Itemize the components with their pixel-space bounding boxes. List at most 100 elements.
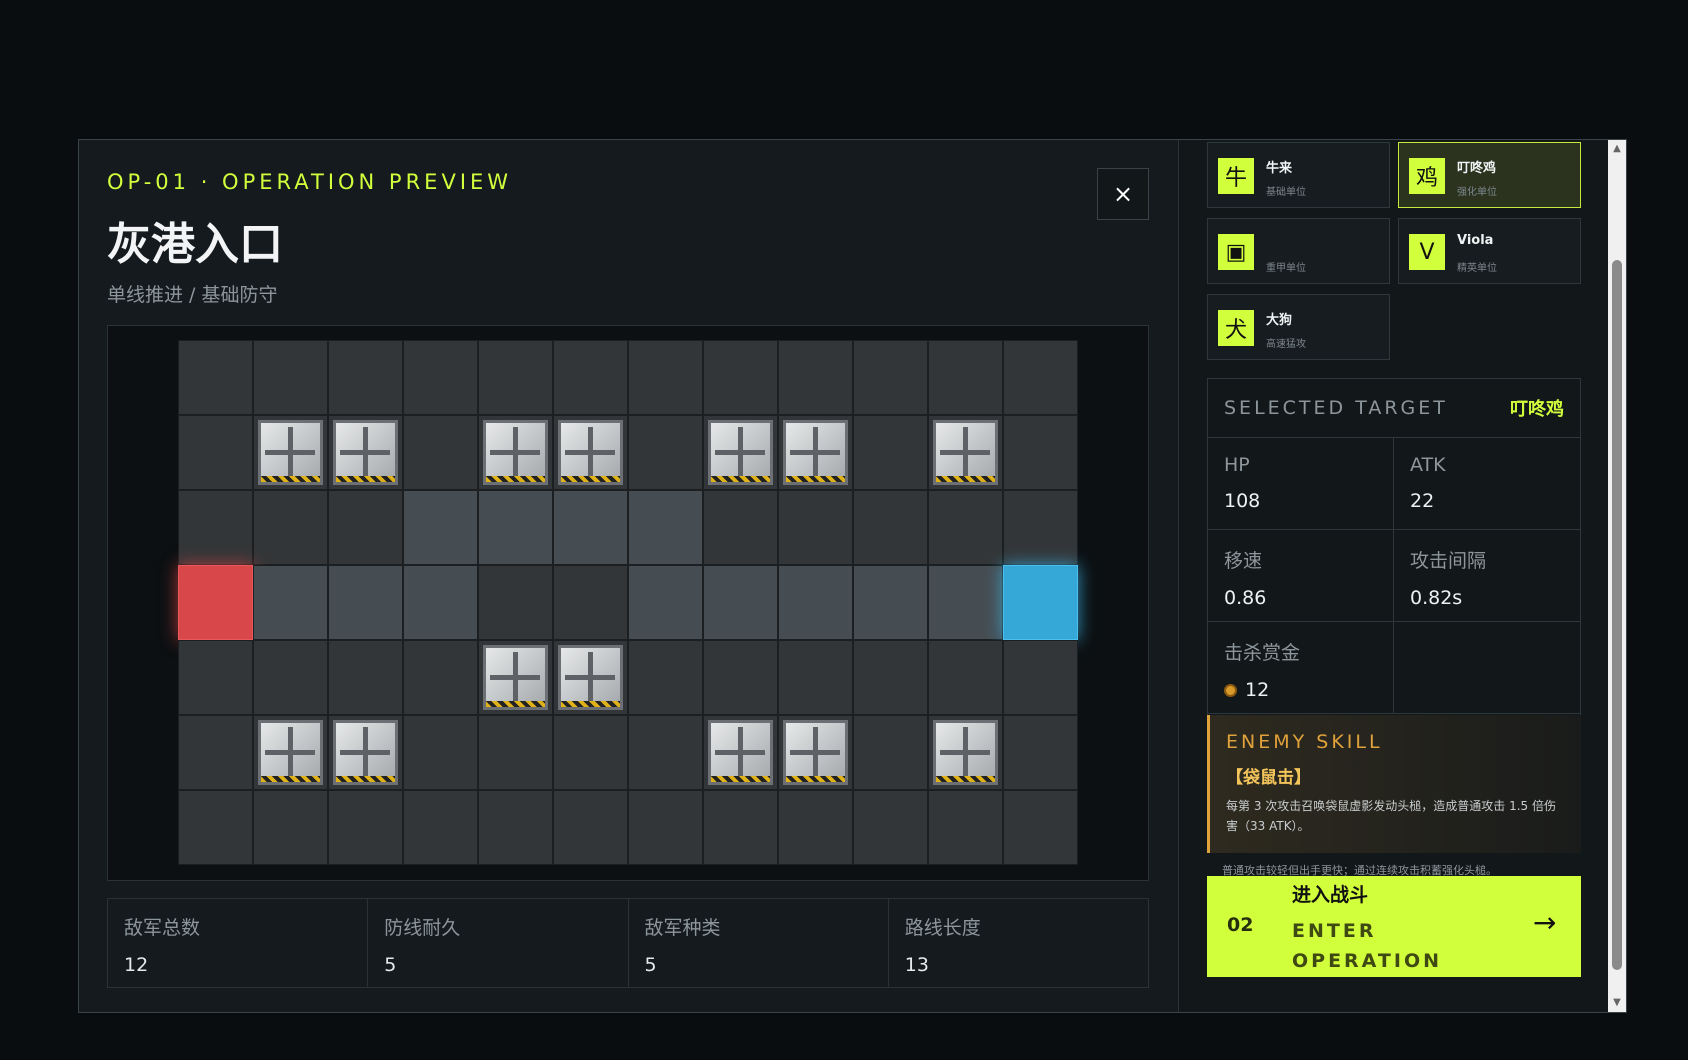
- path-tile: [703, 565, 778, 640]
- sidebar-scrollbar[interactable]: ▲ ▼: [1608, 140, 1626, 1012]
- map-tile: [1003, 640, 1078, 715]
- scroll-up-icon[interactable]: ▲: [1608, 142, 1626, 156]
- stat-value: 13: [904, 954, 929, 976]
- attr-attack-interval: 攻击间隔 0.82s: [1394, 530, 1580, 622]
- map-tile: [328, 715, 403, 790]
- map-tile: [928, 340, 1003, 415]
- page-title: 灰港入口: [107, 219, 283, 270]
- path-tile: [403, 490, 478, 565]
- map-tile: [853, 340, 928, 415]
- map-tile: [853, 640, 928, 715]
- crate-obstacle: [933, 720, 998, 785]
- map-tile: [403, 640, 478, 715]
- arrow-right-icon: →: [1533, 906, 1557, 939]
- map-tile: [478, 790, 553, 865]
- attr-label: 击杀赏金: [1224, 642, 1301, 664]
- map-tile: [778, 340, 853, 415]
- map-tile: [1003, 415, 1078, 490]
- crate-obstacle: [708, 720, 773, 785]
- crate-obstacle: [708, 420, 773, 485]
- hazard-stripe: [261, 476, 320, 482]
- map-tile: [553, 640, 628, 715]
- enemy-card-dingdongji[interactable]: 鸡 叮咚鸡 强化单位: [1398, 142, 1581, 208]
- enemy-name: Viola: [1457, 233, 1494, 248]
- path-tile: [328, 565, 403, 640]
- hazard-stripe: [486, 701, 545, 707]
- map-tile: [253, 790, 328, 865]
- map-tile: [703, 415, 778, 490]
- map-tile: [928, 415, 1003, 490]
- stat-label: 防线耐久: [384, 917, 461, 939]
- map-tile: [328, 415, 403, 490]
- map-tile: [403, 340, 478, 415]
- chicken-icon: 鸡: [1409, 158, 1445, 194]
- map-tile: [853, 790, 928, 865]
- map-tile: [628, 415, 703, 490]
- path-tile: [478, 490, 553, 565]
- stat-defense-durability: 防线耐久 5: [368, 899, 629, 987]
- cow-icon: 牛: [1218, 158, 1254, 194]
- enter-operation-button[interactable]: 02 进入战斗 ENTER OPERATION →: [1207, 876, 1581, 977]
- attr-value: 108: [1224, 490, 1261, 512]
- skill-title: ENEMY SKILL: [1226, 731, 1383, 753]
- path-tile: [628, 565, 703, 640]
- enemy-card-viola[interactable]: V Viola 精英单位: [1398, 218, 1581, 284]
- map-tile: [628, 715, 703, 790]
- stat-enemy-types: 敌军种类 5: [629, 899, 889, 987]
- hazard-stripe: [936, 776, 995, 782]
- hazard-stripe: [561, 701, 620, 707]
- map-tile: [328, 790, 403, 865]
- skill-name: 【袋鼠击】: [1226, 768, 1311, 788]
- enter-label-cn: 进入战斗: [1292, 884, 1369, 906]
- map-tile: [628, 340, 703, 415]
- map-tile: [928, 490, 1003, 565]
- map-tile: [853, 490, 928, 565]
- attr-empty: [1394, 622, 1580, 714]
- armor-square-icon: ▣: [1218, 234, 1254, 270]
- crate-obstacle: [258, 420, 323, 485]
- map-preview: [107, 325, 1149, 881]
- enemy-skill-box: ENEMY SKILL 【袋鼠击】 每第 3 次攻击召唤袋鼠虚影发动头槌，造成普…: [1207, 715, 1581, 853]
- map-tile: [778, 490, 853, 565]
- map-tile: [403, 715, 478, 790]
- scroll-down-icon[interactable]: ▼: [1608, 996, 1626, 1010]
- v-letter-icon: V: [1409, 234, 1445, 270]
- map-tile: [628, 790, 703, 865]
- scrollbar-thumb[interactable]: [1612, 260, 1622, 970]
- map-tile: [553, 715, 628, 790]
- crate-obstacle: [333, 420, 398, 485]
- path-tile: [778, 565, 853, 640]
- map-tile: [178, 340, 253, 415]
- preview-main: OP-01 · OPERATION PREVIEW 灰港入口 单线推进 / 基础…: [79, 140, 1178, 1012]
- enemy-type: 重甲单位: [1266, 263, 1306, 274]
- map-tile: [553, 340, 628, 415]
- crate-obstacle: [333, 720, 398, 785]
- map-tile: [628, 640, 703, 715]
- enemy-card-dagou[interactable]: 犬 大狗 高速猛攻: [1207, 294, 1390, 360]
- map-tile: [1003, 340, 1078, 415]
- map-tile: [178, 715, 253, 790]
- map-tile: [553, 790, 628, 865]
- close-button[interactable]: ×: [1097, 168, 1149, 220]
- map-tile: [1003, 790, 1078, 865]
- map-tile: [703, 715, 778, 790]
- map-tile: [178, 640, 253, 715]
- path-tile: [403, 565, 478, 640]
- enemy-name: 叮咚鸡: [1457, 161, 1497, 176]
- map-tile: [703, 340, 778, 415]
- map-tile: [178, 790, 253, 865]
- path-tile: [853, 565, 928, 640]
- enter-label-en: ENTER OPERATION: [1292, 920, 1442, 972]
- map-tile: [328, 640, 403, 715]
- map-tile: [703, 490, 778, 565]
- attr-grid: HP 108 ATK 22 移速 0.86 攻击间隔 0.82s 击杀赏金 12: [1208, 438, 1580, 714]
- stat-label: 敌军种类: [644, 917, 721, 939]
- enemy-card-niulai[interactable]: 牛 牛来 基础单位: [1207, 142, 1390, 208]
- hazard-stripe: [336, 476, 395, 482]
- map-tile: [553, 565, 628, 640]
- crate-obstacle: [483, 420, 548, 485]
- hazard-stripe: [786, 776, 845, 782]
- stat-route-length: 路线长度 13: [889, 899, 1148, 987]
- target-name: 叮咚鸡: [1510, 399, 1564, 420]
- enemy-card-armored[interactable]: ▣ 重甲单位: [1207, 218, 1390, 284]
